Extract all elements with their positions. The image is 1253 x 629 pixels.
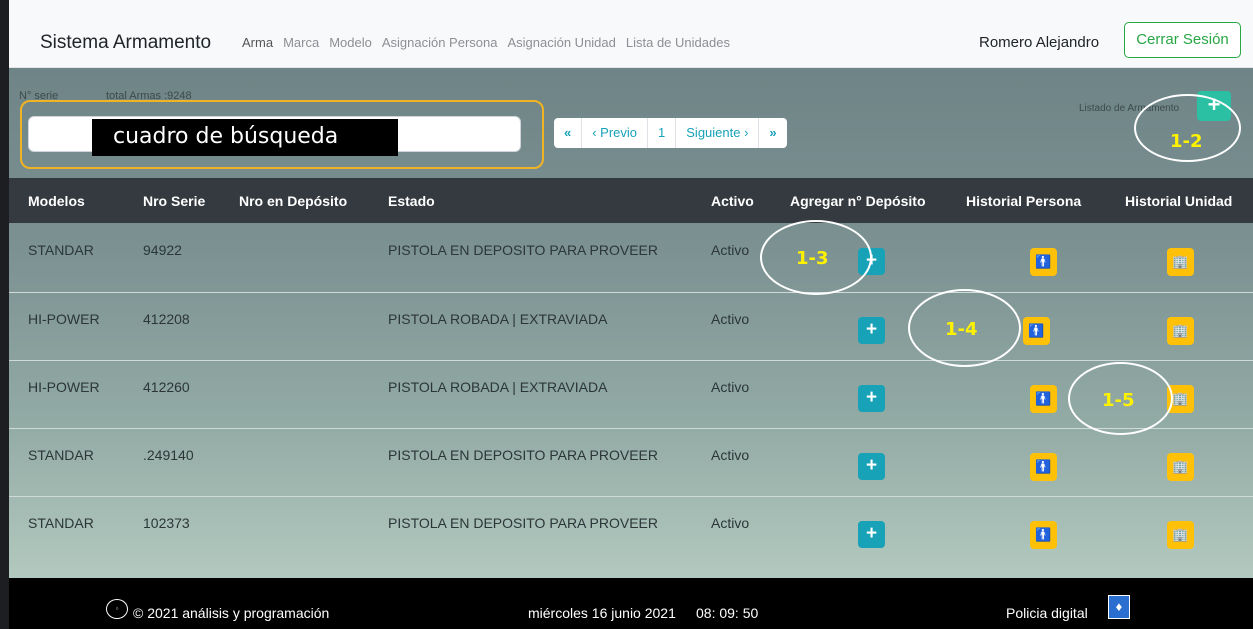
col-header-estado: Estado — [388, 193, 435, 209]
col-header-activo: Activo — [711, 193, 754, 209]
table-row: STANDAR .249140 PISTOLA EN DEPOSITO PARA… — [9, 428, 1253, 497]
nav-link-arma[interactable]: Arma — [242, 35, 273, 50]
user-name: Romero Alejandro — [979, 34, 1100, 51]
left-edge-bar — [0, 0, 9, 629]
page-prev-button[interactable]: ‹ Previo — [581, 118, 647, 148]
cell-serie: 94922 — [143, 242, 182, 258]
cell-serie: 412208 — [143, 311, 190, 327]
table-header: Modelos Nro Serie Nro en Depósito Estado… — [9, 178, 1253, 223]
cell-estado: PISTOLA ROBADA | EXTRAVIADA — [388, 311, 608, 327]
unit-history-button[interactable]: 🏢 — [1167, 248, 1194, 276]
cell-modelo: STANDAR — [28, 242, 94, 258]
search-annotation-label: cuadro de búsqueda — [92, 119, 398, 156]
nav-link-asignacion-unidad[interactable]: Asignación Unidad — [507, 35, 615, 50]
footer: ○ © 2021 análisis y programación miércol… — [9, 578, 1253, 629]
page-last-button[interactable]: » — [758, 118, 786, 148]
annotation-label-1-2: 1-2 — [1170, 131, 1203, 152]
unit-history-button[interactable]: 🏢 — [1167, 453, 1194, 481]
annotation-label-1-5: 1-5 — [1102, 390, 1135, 411]
cell-estado: PISTOLA EN DEPOSITO PARA PROVEER — [388, 242, 658, 258]
footer-date: miércoles 16 junio 2021 — [528, 605, 676, 621]
person-history-button[interactable]: 🚹 — [1030, 521, 1057, 549]
table-row: STANDAR 102373 PISTOLA EN DEPOSITO PARA … — [9, 496, 1253, 565]
cell-serie: .249140 — [143, 447, 194, 463]
unit-history-button[interactable]: 🏢 — [1167, 521, 1194, 549]
add-deposit-button[interactable]: + — [858, 453, 885, 480]
main-content: N° serie total Armas :9248 cuadro de bús… — [9, 68, 1253, 578]
cell-activo: Activo — [711, 311, 750, 327]
footer-copyright: © 2021 análisis y programación — [133, 605, 330, 621]
table-row: HI-POWER 412208 PISTOLA ROBADA | EXTRAVI… — [9, 292, 1253, 361]
toolbar-area: N° serie total Armas :9248 cuadro de bús… — [9, 68, 1253, 178]
add-deposit-button[interactable]: + — [858, 317, 885, 344]
person-history-button[interactable]: 🚹 — [1030, 385, 1057, 413]
page-number-button[interactable]: 1 — [647, 118, 675, 148]
page-next-button[interactable]: Siguiente › — [675, 118, 758, 148]
person-history-button[interactable]: 🚹 — [1030, 453, 1057, 481]
add-deposit-button[interactable]: + — [858, 385, 885, 412]
cell-modelo: HI-POWER — [28, 379, 100, 395]
cell-estado: PISTOLA EN DEPOSITO PARA PROVEER — [388, 447, 658, 463]
cell-serie: 412260 — [143, 379, 190, 395]
policia-shield-icon: ♦ — [1108, 595, 1130, 619]
table-row: HI-POWER 412260 PISTOLA ROBADA | EXTRAVI… — [9, 360, 1253, 429]
col-header-agregar-deposito: Agregar n° Depósito — [790, 193, 926, 209]
logout-button[interactable]: Cerrar Sesión — [1124, 22, 1241, 58]
cell-estado: PISTOLA ROBADA | EXTRAVIADA — [388, 379, 608, 395]
page-first-button[interactable]: « — [554, 118, 581, 148]
col-header-modelos: Modelos — [28, 193, 85, 209]
company-logo-icon: ○ — [106, 599, 128, 619]
cell-modelo: HI-POWER — [28, 311, 100, 327]
col-header-historial-unidad: Historial Unidad — [1125, 193, 1233, 209]
add-deposit-button[interactable]: + — [858, 521, 885, 548]
footer-brand: Policia digital — [1006, 605, 1088, 621]
col-header-nro-deposito: Nro en Depósito — [239, 193, 348, 209]
cell-modelo: STANDAR — [28, 515, 94, 531]
cell-activo: Activo — [711, 447, 750, 463]
pagination: « ‹ Previo 1 Siguiente › » — [554, 118, 787, 148]
cell-modelo: STANDAR — [28, 447, 94, 463]
col-header-historial-persona: Historial Persona — [966, 193, 1082, 209]
brand-title[interactable]: Sistema Armamento — [40, 32, 211, 54]
annotation-label-1-4: 1-4 — [945, 319, 978, 340]
cell-activo: Activo — [711, 379, 750, 395]
person-history-button[interactable]: 🚹 — [1023, 317, 1050, 345]
person-history-button[interactable]: 🚹 — [1030, 248, 1057, 276]
footer-time: 08: 09: 50 — [696, 605, 759, 621]
nav-links: Arma Marca Modelo Asignación Persona Asi… — [242, 35, 730, 50]
cell-serie: 102373 — [143, 515, 190, 531]
annotation-label-1-3: 1-3 — [796, 248, 829, 269]
unit-history-button[interactable]: 🏢 — [1167, 317, 1194, 345]
cell-activo: Activo — [711, 242, 750, 258]
table-row: STANDAR 94922 PISTOLA EN DEPOSITO PARA P… — [9, 224, 1253, 292]
nav-link-asignacion-persona[interactable]: Asignación Persona — [382, 35, 498, 50]
cell-estado: PISTOLA EN DEPOSITO PARA PROVEER — [388, 515, 658, 531]
nav-link-marca[interactable]: Marca — [283, 35, 319, 50]
col-header-nro-serie: Nro Serie — [143, 193, 206, 209]
nav-link-modelo[interactable]: Modelo — [329, 35, 372, 50]
nav-link-lista-unidades[interactable]: Lista de Unidades — [626, 35, 730, 50]
cell-activo: Activo — [711, 515, 750, 531]
top-navbar: Sistema Armamento Arma Marca Modelo Asig… — [9, 0, 1253, 68]
